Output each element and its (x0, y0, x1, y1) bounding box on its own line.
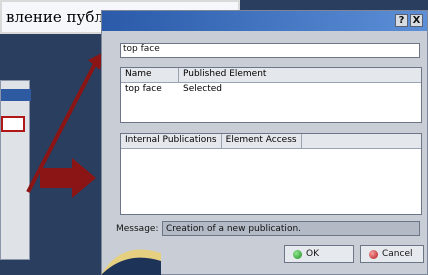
tab-internal-publications[interactable]: Internal Publications (121, 134, 222, 148)
column-header-name[interactable]: Name (121, 68, 179, 82)
ok-button[interactable]: OK (284, 245, 354, 263)
tab-element-access[interactable]: Element Access (222, 134, 302, 148)
column-header-published-element[interactable]: Published Element (179, 68, 421, 82)
row-element: Selected (183, 84, 223, 94)
message-text: Creation of a new publication. (162, 221, 420, 236)
left-window-selection-strip (1, 89, 31, 101)
ok-label: OK (306, 249, 319, 259)
cancel-button[interactable]: Cancel (360, 245, 424, 263)
left-window-highlighted-item[interactable] (1, 116, 25, 132)
diagonal-arrow-line (26, 61, 98, 193)
message-label: Message: (116, 224, 159, 234)
decorative-swirl (101, 249, 161, 275)
ok-icon (293, 249, 302, 259)
dialog-titlebar[interactable]: ? X (102, 11, 427, 31)
help-button[interactable]: ? (395, 14, 408, 27)
horizontal-arrow (40, 158, 96, 198)
published-elements-table[interactable]: Name Published Element top face Selected (120, 67, 422, 123)
left-partial-window (0, 80, 31, 260)
row-name: top face (125, 84, 162, 94)
cancel-label: Cancel (382, 249, 413, 259)
table-row[interactable]: top face Selected (121, 83, 421, 97)
publication-name-field[interactable]: top face (120, 43, 420, 58)
close-button[interactable]: X (410, 14, 423, 27)
cancel-icon (369, 249, 378, 259)
publications-tab-panel: Internal Publications Element Access (120, 133, 422, 215)
